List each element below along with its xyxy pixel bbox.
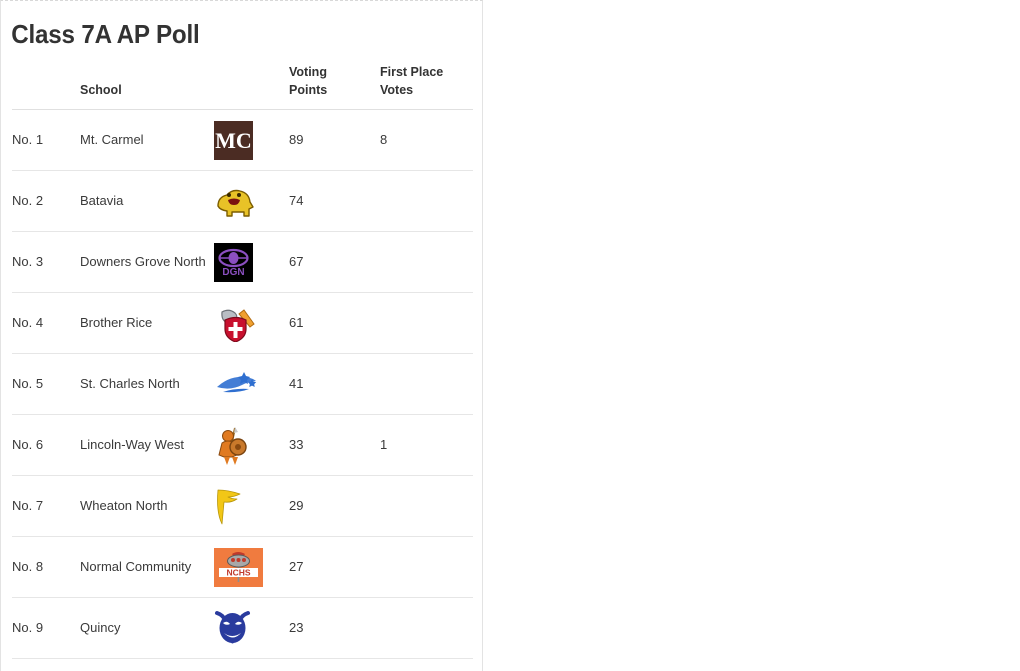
svg-text:DGN: DGN — [222, 267, 244, 278]
first-place-votes-line1: First Place — [380, 65, 444, 79]
school-logo-cell — [214, 170, 289, 232]
school-name-cell: Downers Grove North — [80, 231, 214, 293]
school-name-cell: St. Charles North — [80, 353, 214, 415]
table-row: No. 10 (tie)Wheaton Warrenville South 12 — [12, 658, 473, 671]
school-logo-cell — [214, 475, 289, 537]
first-place-votes-cell: 8 — [380, 109, 473, 171]
table-row: No. 2 Batavia 74 — [12, 170, 473, 232]
column-header-voting-points: Voting Points — [289, 63, 380, 110]
school-logo-cell — [214, 658, 289, 671]
quincy-blue-devil-logo — [214, 608, 266, 648]
school-name-cell: Normal Community — [80, 536, 214, 598]
st-charles-north-logo — [214, 364, 266, 404]
school-logo-cell: NCHS — [214, 536, 289, 598]
rank-cell: No. 9 — [12, 597, 80, 659]
first-place-votes-cell — [380, 475, 473, 537]
brother-rice-crusader-logo — [214, 303, 266, 343]
voting-points-line2: Points — [289, 83, 328, 97]
first-place-votes-cell — [380, 353, 473, 415]
poll-container: Class 7A AP Poll School Voting Points Fi… — [0, 0, 483, 671]
first-place-votes-cell — [380, 231, 473, 293]
voting-points-cell: 74 — [289, 170, 380, 232]
voting-points-cell: 89 — [289, 109, 380, 171]
ap-poll-table: School Voting Points First Place Votes N… — [12, 63, 473, 671]
first-place-votes-cell — [380, 536, 473, 598]
rank-cell: No. 3 — [12, 231, 80, 293]
table-header: School Voting Points First Place Votes — [12, 63, 473, 110]
rank-cell: No. 6 — [12, 414, 80, 476]
table-body: No. 1 Mt. Carmel MC 89 8 No. 2 Batavia 74 No. 3D… — [12, 109, 473, 671]
column-header-school: School — [80, 63, 214, 110]
school-name-cell: Batavia — [80, 170, 214, 232]
column-header-first-place-votes: First Place Votes — [380, 63, 473, 110]
school-logo-cell — [214, 292, 289, 354]
voting-points-cell: 29 — [289, 475, 380, 537]
table-row: No. 8 Normal Community NCHS 27 — [12, 536, 473, 598]
first-place-votes-line2: Votes — [380, 83, 414, 97]
lincoln-way-west-warrior-logo — [214, 425, 266, 465]
normal-community-ironmen-logo: NCHS — [214, 547, 266, 587]
school-name-cell: Brother Rice — [80, 292, 214, 354]
table-row: No. 4 Brother Rice 61 — [12, 292, 473, 354]
school-name-cell: Mt. Carmel — [80, 109, 214, 171]
voting-points-cell: 23 — [289, 597, 380, 659]
school-name-cell: Quincy — [80, 597, 214, 659]
table-row: No. 9 Quincy 23 — [12, 597, 473, 659]
rank-cell: No. 4 — [12, 292, 80, 354]
rank-cell: No. 5 — [12, 353, 80, 415]
school-logo-cell: DGN — [214, 231, 289, 293]
first-place-votes-cell — [380, 597, 473, 659]
table-row: No. 1 Mt. Carmel MC 89 8 — [12, 109, 473, 171]
first-place-votes-cell — [380, 658, 473, 671]
first-place-votes-cell — [380, 292, 473, 354]
table-header-row: School Voting Points First Place Votes — [12, 63, 473, 110]
first-place-votes-cell: 1 — [380, 414, 473, 476]
downers-grove-north-logo: DGN — [214, 242, 266, 282]
rank-cell: No. 1 — [12, 109, 80, 171]
svg-text:NCHS: NCHS — [226, 567, 250, 577]
column-header-rank — [12, 63, 80, 110]
voting-points-cell: 12 — [289, 658, 380, 671]
column-header-logo — [214, 63, 289, 110]
school-logo-cell: MC — [214, 109, 289, 171]
school-name-cell: Wheaton North — [80, 475, 214, 537]
school-name-cell: Lincoln-Way West — [80, 414, 214, 476]
page-title: Class 7A AP Poll — [11, 19, 200, 49]
table-row: No. 5 St. Charles North 41 — [12, 353, 473, 415]
school-logo-cell — [214, 414, 289, 476]
table-row: No. 7 Wheaton North 29 — [12, 475, 473, 537]
school-name-cell: Wheaton Warrenville South — [80, 658, 214, 671]
table-row: No. 3 Downers Grove North DGN 67 — [12, 231, 473, 293]
voting-points-cell: 67 — [289, 231, 380, 293]
rank-cell: No. 8 — [12, 536, 80, 598]
school-logo-cell — [214, 597, 289, 659]
voting-points-cell: 27 — [289, 536, 380, 598]
rank-cell: No. 2 — [12, 170, 80, 232]
voting-points-cell: 41 — [289, 353, 380, 415]
first-place-votes-cell — [380, 170, 473, 232]
svg-text:MC: MC — [215, 128, 252, 153]
batavia-bulldog-logo — [214, 181, 266, 221]
wheaton-north-falcon-logo — [214, 486, 266, 526]
voting-points-cell: 33 — [289, 414, 380, 476]
table-row: No. 6 Lincoln-Way West 33 1 — [12, 414, 473, 476]
mt-carmel-logo: MC — [214, 120, 266, 160]
school-logo-cell — [214, 353, 289, 415]
rank-cell: No. 10 (tie) — [12, 658, 80, 671]
rank-cell: No. 7 — [12, 475, 80, 537]
voting-points-line1: Voting — [289, 65, 327, 79]
voting-points-cell: 61 — [289, 292, 380, 354]
